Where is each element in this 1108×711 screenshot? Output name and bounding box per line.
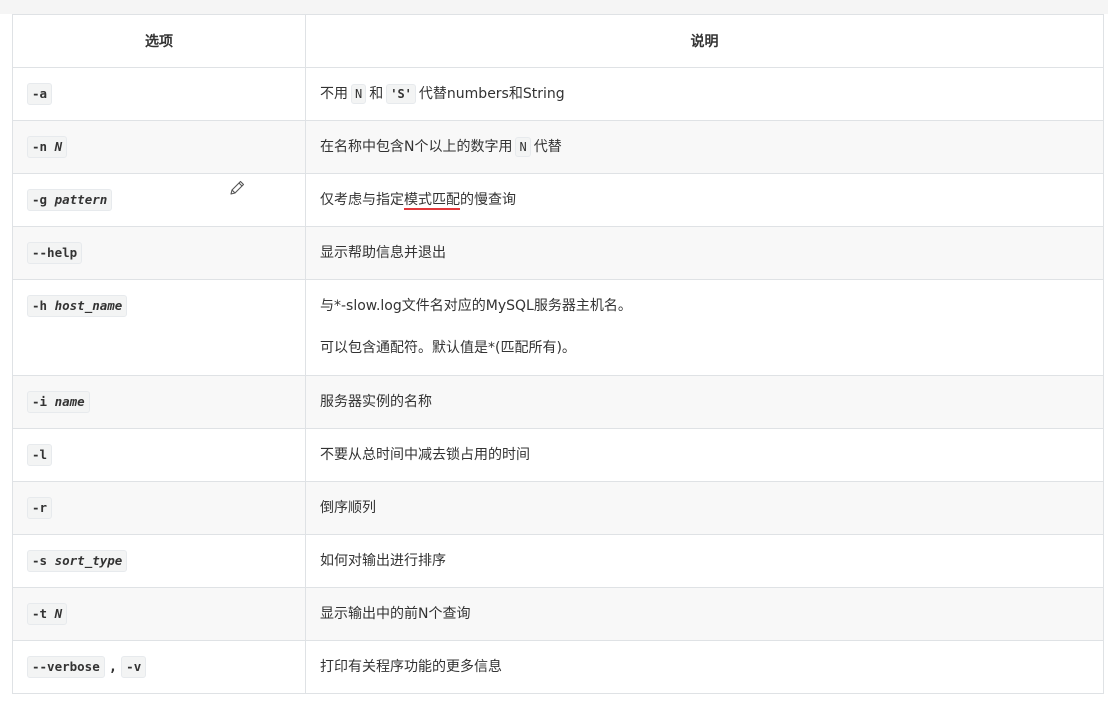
option-arg: pattern	[54, 192, 108, 207]
option-flag-alt: -v	[126, 659, 142, 674]
desc-text: 在名称中包含N个以上的数字用	[320, 139, 513, 155]
option-code: -g pattern	[27, 189, 113, 211]
desc-text: 的慢查询	[460, 192, 516, 208]
option-flag: -n	[32, 139, 48, 154]
desc-text: 代替numbers和String	[418, 86, 565, 102]
option-cell: -i name	[12, 375, 306, 429]
desc-text: 不用	[320, 86, 348, 102]
option-code-alt: -v	[121, 656, 147, 678]
table-row: -g pattern 仅考虑与指定模式匹配的慢查询	[12, 173, 1104, 227]
option-code: --verbose	[27, 656, 105, 678]
option-code: -s sort_type	[27, 550, 128, 572]
description-cell: 如何对输出进行排序	[305, 534, 1104, 588]
description-cell: 倒序顺列	[305, 481, 1104, 535]
spellcheck-underlined-text[interactable]: 模式匹配	[404, 192, 460, 208]
description-cell: 服务器实例的名称	[305, 375, 1104, 429]
option-arg: N	[54, 139, 63, 154]
description-cell: 不用 N 和 'S' 代替numbers和String	[305, 67, 1104, 121]
option-cell: --help	[12, 226, 306, 280]
table-row: --help 显示帮助信息并退出	[12, 226, 1104, 280]
description-cell: 显示帮助信息并退出	[305, 226, 1104, 280]
table-row: -h host_name 与*-slow.log文件名对应的MySQL服务器主机…	[12, 279, 1104, 376]
option-flag: -l	[32, 447, 48, 462]
option-flag: -i	[32, 394, 48, 409]
option-cell: -l	[12, 428, 306, 482]
description-cell: 与*-slow.log文件名对应的MySQL服务器主机名。 可以包含通配符。默认…	[305, 279, 1104, 376]
options-table: 选项 说明 -a 不用 N 和 'S' 代替numbers和String -n N	[12, 14, 1104, 694]
header-description: 说明	[305, 14, 1104, 68]
pencil-icon[interactable]	[228, 179, 246, 197]
option-flag: --verbose	[32, 659, 100, 674]
option-cell: -n N	[12, 120, 306, 174]
option-code: -l	[27, 444, 53, 466]
table-row: -l 不要从总时间中减去锁占用的时间	[12, 428, 1104, 482]
desc-line-1: 与*-slow.log文件名对应的MySQL服务器主机名。	[320, 298, 632, 314]
table-row: -s sort_type 如何对输出进行排序	[12, 534, 1104, 588]
option-cell: -h host_name	[12, 279, 306, 376]
inline-code: N	[351, 84, 367, 104]
option-cell: -g pattern	[12, 173, 306, 227]
table-row: -i name 服务器实例的名称	[12, 375, 1104, 429]
inline-code: N	[515, 137, 531, 157]
top-strip	[0, 0, 1108, 14]
option-cell: -t N	[12, 587, 306, 641]
table-row: -a 不用 N 和 'S' 代替numbers和String	[12, 67, 1104, 121]
option-cell: -r	[12, 481, 306, 535]
table-row: -t N 显示输出中的前N个查询	[12, 587, 1104, 641]
description-cell: 显示输出中的前N个查询	[305, 587, 1104, 641]
option-flag: -a	[32, 86, 48, 101]
page: 选项 说明 -a 不用 N 和 'S' 代替numbers和String -n N	[0, 0, 1108, 711]
option-separator: ,	[108, 659, 118, 675]
description-cell: 仅考虑与指定模式匹配的慢查询	[305, 173, 1104, 227]
desc-text: 代替	[533, 139, 562, 155]
desc-text: 和	[369, 86, 384, 102]
option-code: -n N	[27, 136, 68, 158]
inline-code: 'S'	[386, 84, 416, 104]
table-row: --verbose, -v 打印有关程序功能的更多信息	[12, 640, 1104, 694]
option-flag: -r	[32, 500, 48, 515]
table-row: -r 倒序顺列	[12, 481, 1104, 535]
option-cell: -a	[12, 67, 306, 121]
description-cell: 不要从总时间中减去锁占用的时间	[305, 428, 1104, 482]
option-arg: name	[54, 394, 85, 409]
desc-line-2: 可以包含通配符。默认值是*(匹配所有)。	[320, 340, 576, 356]
option-code: --help	[27, 242, 83, 264]
option-flag: -t	[32, 606, 48, 621]
header-option: 选项	[12, 14, 306, 68]
table-row: -n N 在名称中包含N个以上的数字用 N 代替	[12, 120, 1104, 174]
option-cell: --verbose, -v	[12, 640, 306, 694]
description-cell: 打印有关程序功能的更多信息	[305, 640, 1104, 694]
option-cell: -s sort_type	[12, 534, 306, 588]
option-code: -a	[27, 83, 53, 105]
option-code: -r	[27, 497, 53, 519]
option-arg: N	[54, 606, 63, 621]
option-flag: -h	[32, 298, 48, 313]
option-flag: -g	[32, 192, 48, 207]
table-header-row: 选项 说明	[12, 14, 1104, 68]
description-cell: 在名称中包含N个以上的数字用 N 代替	[305, 120, 1104, 174]
option-code: -i name	[27, 391, 90, 413]
option-code: -t N	[27, 603, 68, 625]
option-arg: sort_type	[54, 553, 123, 568]
option-flag: --help	[32, 245, 78, 260]
option-code: -h host_name	[27, 295, 128, 317]
option-flag: -s	[32, 553, 48, 568]
desc-text: 仅考虑与指定	[320, 192, 404, 208]
option-arg: host_name	[54, 298, 123, 313]
